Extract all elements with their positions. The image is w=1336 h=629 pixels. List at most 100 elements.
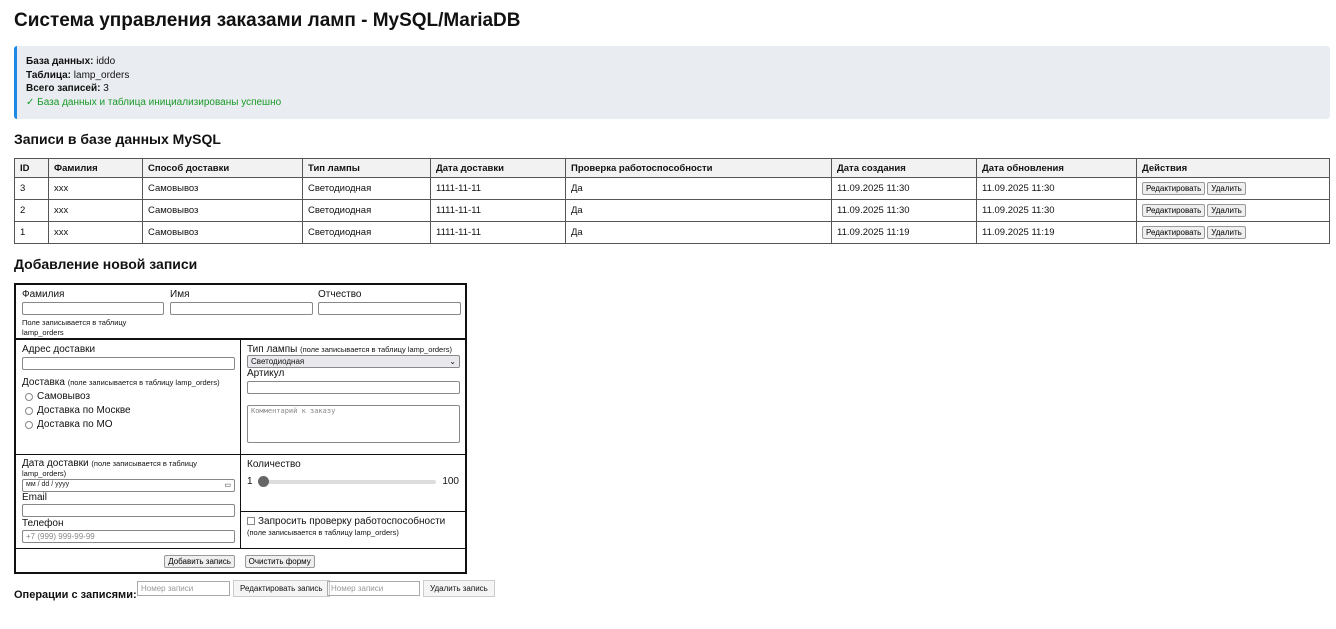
surname-label: Фамилия <box>22 289 65 300</box>
table-cell: 11.09.2025 11:19 <box>831 221 977 244</box>
table-row: 1 xxx Самовывоз Светодиодная 1111-11-11 Да 11.… <box>14 221 1330 244</box>
add-record-form: Фамилия Поле записывается в таблицу lamp_… <box>14 283 467 574</box>
column-header: Проверка работоспособности <box>565 158 832 178</box>
table-cell: Самовывоз <box>142 177 303 200</box>
check-label: Запросить проверку работоспособности <box>258 516 446 527</box>
delivery-option[interactable]: Самовывоз <box>25 391 234 402</box>
table-cell: 1111-11-11 <box>430 177 566 200</box>
date-input[interactable]: мм / dd / yyyy ▭ <box>22 479 235 492</box>
radio-button[interactable] <box>25 420 33 429</box>
page-title: Система управления заказами ламп - MySQL… <box>14 10 521 31</box>
table-cell: Самовывоз <box>142 199 303 222</box>
email-input[interactable] <box>22 504 235 517</box>
table-cell: 1 <box>14 221 49 244</box>
column-header: Действия <box>1136 158 1330 178</box>
table-cell: Да <box>565 199 832 222</box>
quantity-slider[interactable] <box>257 475 437 487</box>
chevron-down-icon: ⌄ <box>449 357 456 366</box>
patronymic-label: Отчество <box>318 289 362 300</box>
actions-cell: Редактировать Удалить <box>1136 177 1330 200</box>
check-checkbox[interactable] <box>247 517 255 526</box>
quantity-max: 100 <box>442 476 459 487</box>
table-cell: Да <box>565 221 832 244</box>
status-message: ✓ База данных и таблица инициализированы… <box>26 96 282 108</box>
table-cell: 1111-11-11 <box>430 221 566 244</box>
table-value: lamp_orders <box>73 69 130 81</box>
date-placeholder: мм / dd / yyyy <box>26 481 70 488</box>
surname-input[interactable] <box>22 302 164 315</box>
column-header: Дата создания <box>831 158 977 178</box>
table-cell: xxx <box>48 221 143 244</box>
delete-row-button[interactable]: Удалить <box>1207 204 1246 217</box>
delivery-option[interactable]: Доставка по Москве <box>25 405 234 416</box>
lamp-type-label: Тип лампы <box>247 344 298 355</box>
address-input[interactable] <box>22 357 235 370</box>
check-note: (поле записывается в таблицу lamp_orders… <box>247 528 399 537</box>
column-header: Способ доставки <box>142 158 303 178</box>
table-cell: 11.09.2025 11:30 <box>831 177 977 200</box>
table-cell: xxx <box>48 177 143 200</box>
name-label: Имя <box>170 289 190 300</box>
calendar-icon[interactable]: ▭ <box>224 481 231 490</box>
count-value: 3 <box>103 83 109 94</box>
delete-record-number-input[interactable]: Номер записи <box>327 581 420 596</box>
article-label: Артикул <box>247 368 285 379</box>
add-heading: Добавление новой записи <box>14 256 198 272</box>
slider-thumb[interactable] <box>257 475 269 487</box>
column-header: ID <box>14 158 49 178</box>
name-input[interactable] <box>170 302 313 315</box>
delete-row-button[interactable]: Удалить <box>1207 182 1246 195</box>
column-header: Дата доставки <box>430 158 566 178</box>
article-input[interactable] <box>247 381 460 394</box>
delivery-label: Доставка <box>22 377 65 388</box>
surname-note: Поле записывается в таблицу lamp_orders <box>22 318 127 337</box>
radio-button[interactable] <box>25 406 33 415</box>
delivery-option-label: Доставка по МО <box>37 419 113 430</box>
phone-input[interactable]: +7 (999) 999-99-99 <box>22 530 235 543</box>
edit-row-button[interactable]: Редактировать <box>1142 226 1206 239</box>
table-cell: 1111-11-11 <box>430 199 566 222</box>
db-label: База данных: <box>26 56 94 67</box>
count-label: Всего записей: <box>26 83 101 94</box>
comment-textarea[interactable]: Комментарий к заказу <box>247 405 460 443</box>
lamp-type-select[interactable]: Светодиодная ⌄ <box>247 355 460 368</box>
db-value: iddo <box>96 56 116 67</box>
table-cell: xxx <box>48 199 143 222</box>
edit-record-number-input[interactable]: Номер записи <box>137 581 230 596</box>
radio-button[interactable] <box>25 392 33 401</box>
delivery-option-label: Доставка по Москве <box>37 405 131 416</box>
table-cell: 11.09.2025 11:19 <box>976 221 1137 244</box>
delete-row-button[interactable]: Удалить <box>1207 226 1246 239</box>
actions-cell: Редактировать Удалить <box>1136 221 1330 244</box>
patronymic-input[interactable] <box>318 302 461 315</box>
quantity-label: Количество <box>247 459 301 470</box>
delivery-note: (поле записывается в таблицу lamp_orders… <box>67 378 220 387</box>
delivery-option-label: Самовывоз <box>37 391 91 402</box>
table-cell: 11.09.2025 11:30 <box>976 199 1137 222</box>
quantity-min: 1 <box>247 476 253 487</box>
clear-form-button[interactable]: Очистить форму <box>244 555 315 568</box>
table-cell: 11.09.2025 11:30 <box>976 177 1137 200</box>
edit-row-button[interactable]: Редактировать <box>1142 204 1206 217</box>
email-label: Email <box>22 492 48 503</box>
table-cell: 11.09.2025 11:30 <box>831 199 977 222</box>
date-label: Дата доставки <box>22 458 89 469</box>
edit-record-button[interactable]: Редактировать запись <box>233 580 330 597</box>
add-record-button[interactable]: Добавить запись <box>164 555 235 568</box>
edit-row-button[interactable]: Редактировать <box>1142 182 1206 195</box>
table-label: Таблица: <box>26 69 72 81</box>
lamp-type-selected: Светодиодная <box>251 357 305 366</box>
table-cell: 2 <box>14 199 49 222</box>
table-cell: Светодиодная <box>302 221 431 244</box>
delete-record-button[interactable]: Удалить запись <box>423 580 495 597</box>
delivery-option[interactable]: Доставка по МО <box>25 419 234 430</box>
actions-cell: Редактировать Удалить <box>1136 199 1330 222</box>
table-cell: Самовывоз <box>142 221 303 244</box>
column-header: Дата обновления <box>976 158 1137 178</box>
table-row: 3 xxx Самовывоз Светодиодная 1111-11-11 Да 11.… <box>14 177 1330 200</box>
records-table: ID Фамилия Способ доставки Тип лампы Дата до… <box>14 158 1330 244</box>
table-cell: Светодиодная <box>302 177 431 200</box>
column-header: Фамилия <box>48 158 143 178</box>
records-heading: Записи в базе данных MySQL <box>14 131 221 147</box>
db-info-panel: База данных: iddo Таблица: lamp_orders В… <box>14 46 1330 119</box>
